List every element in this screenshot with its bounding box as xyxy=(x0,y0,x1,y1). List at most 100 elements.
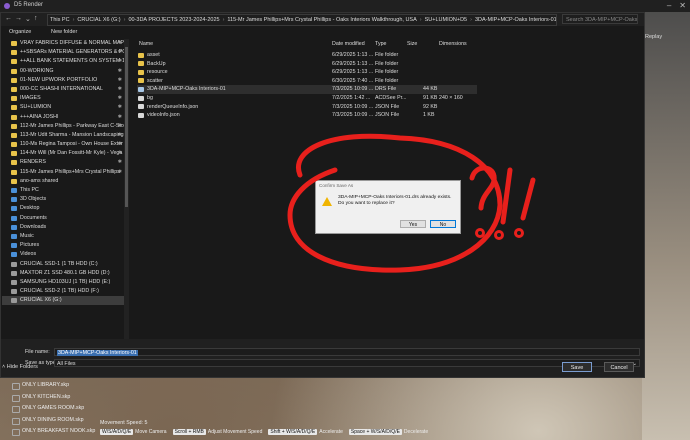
breadcrumb-item[interactable]: 00-3DA PROJECTS 2023-2024-2025 xyxy=(126,17,221,23)
system-folder-icon xyxy=(11,243,17,249)
file-date: 6/29/2025 1:13 ... xyxy=(332,69,374,76)
sidebar-item[interactable]: Downloads xyxy=(2,223,124,232)
breadcrumb-item[interactable]: This PC xyxy=(48,17,72,23)
sidebar-item[interactable]: CRUCIAL SSD-2 (1 TB) HDD (F:) xyxy=(2,287,124,296)
col-type[interactable]: Type xyxy=(375,41,386,47)
sidebar-item[interactable]: Music xyxy=(2,232,124,241)
sidebar-item[interactable]: 00-WORKING ✱ xyxy=(2,67,124,76)
save-button[interactable]: Save xyxy=(562,362,592,372)
hide-folders-button[interactable]: ˄ Hide Folders xyxy=(2,364,38,370)
sidebar-item[interactable]: RENDERS ✱ xyxy=(2,158,124,167)
col-name[interactable]: Name xyxy=(139,41,153,47)
col-size[interactable]: Size xyxy=(407,41,417,47)
col-date[interactable]: Date modified xyxy=(332,41,365,47)
sidebar-scroll-thumb[interactable] xyxy=(125,47,128,207)
col-dimensions[interactable]: Dimensions xyxy=(439,41,467,47)
back-icon[interactable]: ← xyxy=(5,15,12,22)
sidebar-item[interactable]: CRUCIAL SSD-1 (1 TB HDD (C:) xyxy=(2,260,124,269)
pin-icon: ✱ xyxy=(117,113,122,120)
file-date: 7/3/2025 10:09 ... xyxy=(332,112,374,119)
yes-button[interactable]: Yes xyxy=(400,220,426,228)
folder-icon xyxy=(138,61,144,67)
file-icon xyxy=(138,95,144,101)
address-bar[interactable]: This PC › CRUCIAL X6 (G:) › 00-3DA PROJECTS … xyxy=(47,14,557,26)
sidebar-item[interactable]: VRAY FABRICS DIFFUSE & NORMAL MAPS ✱ xyxy=(2,39,124,48)
d5-logo-icon xyxy=(4,3,10,9)
file-name: scatter xyxy=(147,77,163,84)
close-icon[interactable]: ✕ xyxy=(679,1,686,10)
sidebar-item[interactable]: 113-Mr Udit Sharma - Mansion Landscaping… xyxy=(2,131,124,140)
no-button[interactable]: No xyxy=(430,220,456,228)
up-icon[interactable]: ↑ xyxy=(34,15,38,22)
folder-icon xyxy=(11,96,17,102)
hide-folders-label: Hide Folders xyxy=(6,364,38,370)
sidebar-item[interactable]: SAMSUNG HD103UJ (1 TB) HDD (E:) xyxy=(2,278,124,287)
file-row[interactable]: resource 6/29/2025 1:13 ... File folder xyxy=(137,68,477,77)
sidebar-item[interactable]: Desktop xyxy=(2,204,124,213)
sidebar-item-label: ++ALL BANK STATEMENTS ON SYSTEM-1 xyxy=(20,58,124,65)
sidebar-item-label: Downloads xyxy=(20,223,47,230)
sidebar-item[interactable]: Videos xyxy=(2,250,124,259)
file-row[interactable]: scatter 6/30/2025 7:40 ... File folder xyxy=(137,77,477,86)
sidebar-item[interactable]: ++SBSARs MATERIAL GENERATORS & POLI ✱ xyxy=(2,48,124,57)
scene-list-item[interactable]: ONLY GAMES ROOM.skp xyxy=(10,403,100,415)
search-input[interactable]: Search 3DA-MIP+MCP-Oaks Int... xyxy=(562,14,638,24)
forward-icon[interactable]: → xyxy=(15,15,22,22)
control-hint: Space + W/S/A/D/Q/E Decelerate xyxy=(348,429,428,435)
folder-icon xyxy=(11,105,17,111)
sidebar-item[interactable]: 01-NEW UPWORK PORTFOLIO ✱ xyxy=(2,76,124,85)
breadcrumb-item[interactable]: 115-Mr James Phillips+Mrs Crystal Philli… xyxy=(225,17,418,23)
scene-list-label: ONLY BREAKFAST NOOK.skp xyxy=(22,428,96,434)
sidebar-item[interactable]: MAXTOR Z1 SSD 480.1 GB HDD (D:) xyxy=(2,269,124,278)
file-row[interactable]: BackUp 6/29/2025 1:13 ... File folder xyxy=(137,60,477,69)
navigation-pane[interactable]: VRAY FABRICS DIFFUSE & NORMAL MAPS ✱ ++SBS… xyxy=(2,39,124,339)
minimize-icon[interactable]: – xyxy=(667,1,671,10)
hint-key: Shift + W/S/A/D/Q/E xyxy=(268,429,318,435)
scene-list-label: ONLY KITCHEN.skp xyxy=(22,393,71,400)
sidebar-item[interactable]: IMAGES ✱ xyxy=(2,94,124,103)
file-row[interactable]: videoInfo.json 7/3/2025 10:09 ... JSON Fil… xyxy=(137,111,477,120)
file-row[interactable]: 3DA-MIP+MCP-Oaks Interiors-01 7/3/2025 10… xyxy=(137,85,477,94)
sidebar-item[interactable]: Documents xyxy=(2,214,124,223)
save-type-select[interactable]: All Files ⌄ xyxy=(54,359,640,367)
sidebar-item[interactable]: ++ALL BANK STATEMENTS ON SYSTEM-1 ✱ xyxy=(2,57,124,66)
cancel-button[interactable]: Cancel xyxy=(604,362,634,372)
hint-key: W/S/A/D/Q/E xyxy=(100,429,134,435)
sidebar-item[interactable]: 114-Mr Will (Mr Dan Fossitt-Mr Kyle) - V… xyxy=(2,149,124,158)
file-row[interactable]: asset 6/29/2025 1:13 ... File folder xyxy=(137,51,477,60)
new-folder-button[interactable]: New folder xyxy=(51,29,77,35)
sidebar-item[interactable]: 000-CC SHASHI INTERNATIONAL ✱ xyxy=(2,85,124,94)
file-name-input[interactable]: 3DA-MIP+MCP-Oaks Interiors-01 xyxy=(54,348,640,356)
breadcrumb-item[interactable]: 3DA-MIP+MCP-Oaks Interiors-01 xyxy=(473,17,556,23)
sidebar-item[interactable]: 3D Objects xyxy=(2,195,124,204)
file-name: bg xyxy=(147,95,153,101)
sidebar-item[interactable]: 110-Ms Regina Tamposi - Own House Exter ✱ xyxy=(2,140,124,149)
sidebar-item[interactable]: Pictures xyxy=(2,241,124,250)
sidebar-item[interactable]: 112-Mr James Phillips - Parkway East C-S… xyxy=(2,122,124,131)
scene-list-item[interactable]: ONLY LIBRARY.skp xyxy=(10,380,100,392)
recent-chevron-icon[interactable]: ⌄ xyxy=(25,15,31,23)
file-row[interactable]: bg 7/2/2025 1:42 ... ACDSee Pr... 91 KB 240 … xyxy=(137,94,477,103)
replay-label[interactable]: Replay xyxy=(645,34,662,40)
sidebar-item[interactable]: +++AINA JOSHI ✱ xyxy=(2,113,124,122)
sidebar-item[interactable]: This PC xyxy=(2,186,124,195)
scene-file-icon xyxy=(12,417,20,425)
sidebar-scrollbar[interactable] xyxy=(124,39,129,339)
drive-icon xyxy=(11,261,17,267)
file-size: 91 KB xyxy=(423,95,438,101)
scene-list-item[interactable]: ONLY KITCHEN.skp xyxy=(10,392,100,404)
organize-button[interactable]: Organize xyxy=(9,29,31,35)
sidebar-item[interactable]: SU+LUMION ✱ xyxy=(2,103,124,112)
breadcrumb-item[interactable]: CRUCIAL X6 (G:) xyxy=(75,17,122,23)
pin-icon: ✱ xyxy=(117,104,122,111)
file-name-label: File name: xyxy=(25,349,50,355)
folder-icon xyxy=(11,298,17,304)
dialog-bottom: File name: 3DA-MIP+MCP-Oaks Interiors-01… xyxy=(1,339,644,377)
sidebar-item[interactable]: ano-ams shared xyxy=(2,177,124,186)
scene-list-item[interactable]: ONLY BREAKFAST NOOK.skp xyxy=(10,426,100,438)
sidebar-item[interactable]: CRUCIAL X6 (G:) xyxy=(2,296,124,306)
scene-list-item[interactable]: ONLY DINING ROOM.skp xyxy=(10,415,100,427)
file-row[interactable]: renderQueueInfo.json 7/3/2025 10:09 ... JS… xyxy=(137,103,477,112)
breadcrumb-item[interactable]: SU+LUMION+D5 xyxy=(423,17,470,23)
sidebar-item[interactable]: 115-Mr James Phillips+Mrs Crystal Philli… xyxy=(2,168,124,177)
